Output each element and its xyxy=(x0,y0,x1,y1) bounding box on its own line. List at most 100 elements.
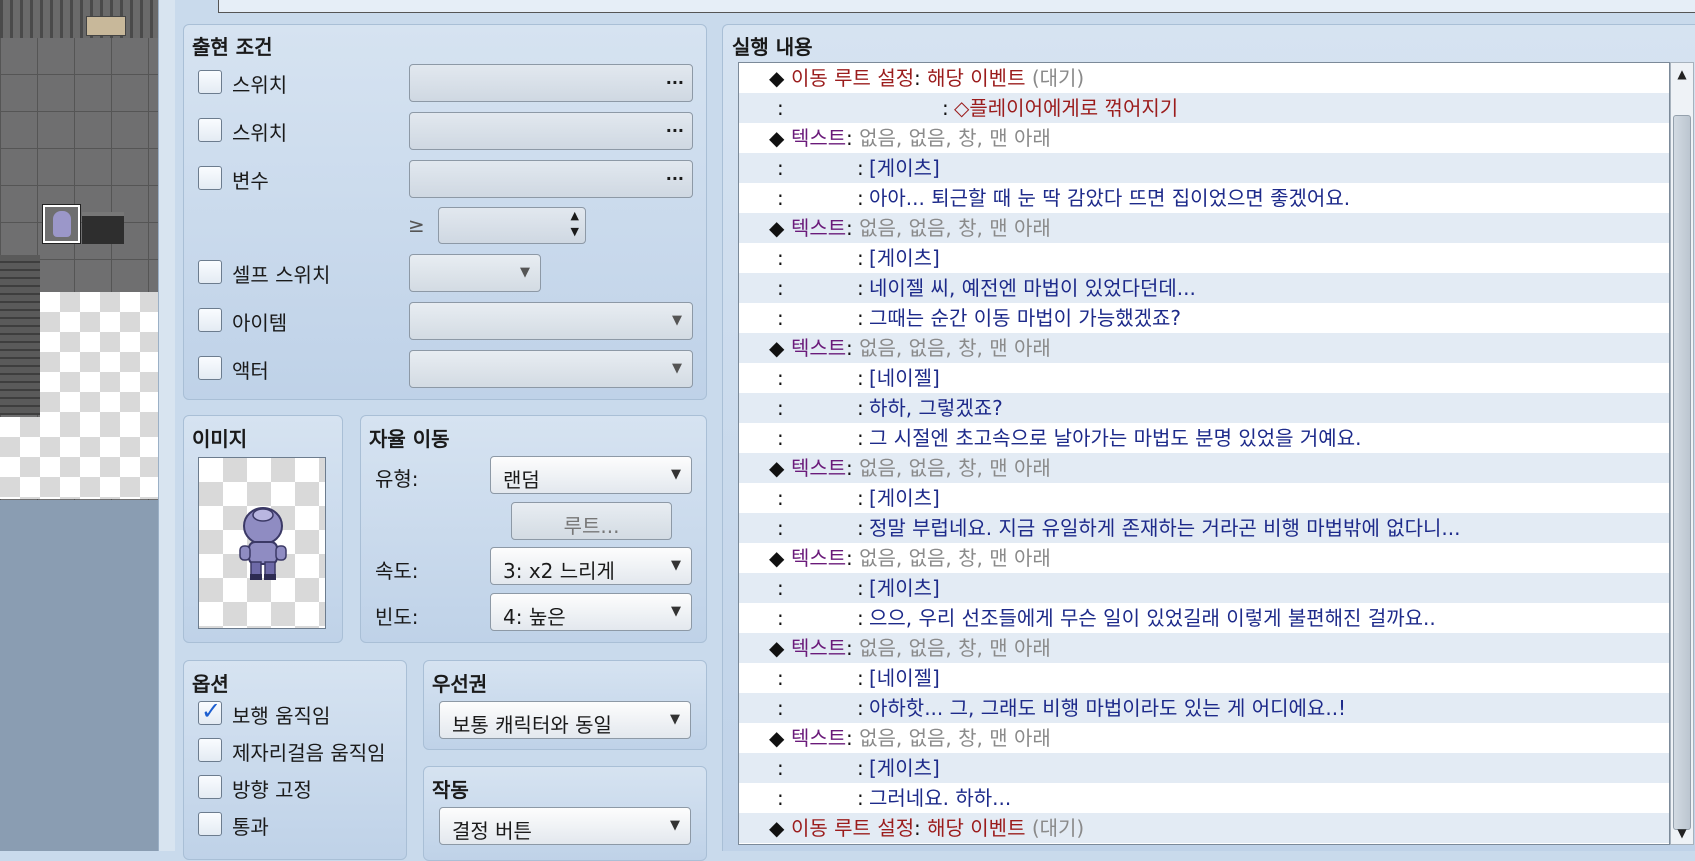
command-text: [게이츠] xyxy=(869,246,940,270)
switch2-checkbox[interactable] xyxy=(198,118,222,142)
route-button[interactable]: 루트... xyxy=(511,502,672,540)
self-switch-dropdown[interactable]: ▼ xyxy=(409,254,541,292)
type-label: 유형: xyxy=(375,467,419,491)
continuation-colon: : xyxy=(857,756,864,780)
priority-title: 우선권 xyxy=(432,672,488,696)
param-value: 없음, 없음, 창, 맨 아래 xyxy=(859,636,1051,660)
chevron-down-icon: ▼ xyxy=(671,558,681,573)
command-continuation-row[interactable]: :: [게이츠] xyxy=(739,243,1669,273)
command-name: 텍스트 xyxy=(791,216,847,240)
map-side-wall xyxy=(0,255,40,415)
switch1-field[interactable]: ··· xyxy=(409,64,693,102)
command-row[interactable]: ◆ 텍스트 : 없음, 없음, 창, 맨 아래 xyxy=(739,543,1669,573)
variable-value-spinner[interactable]: ▲ ▼ xyxy=(438,207,586,244)
actor-label: 액터 xyxy=(232,359,269,383)
trigger-dropdown[interactable]: 결정 버튼 ▼ xyxy=(439,807,691,845)
variable-checkbox[interactable] xyxy=(198,166,222,190)
command-continuation-row[interactable]: :: [네이젤] xyxy=(739,663,1669,693)
command-continuation-row[interactable]: :: 그러네요. 하하... xyxy=(739,783,1669,813)
switch2-dots-icon: ··· xyxy=(665,121,684,140)
command-row[interactable]: ◆ 텍스트 : 없음, 없음, 창, 맨 아래 xyxy=(739,633,1669,663)
scroll-thumb[interactable] xyxy=(1673,115,1691,830)
ge-symbol: ≥ xyxy=(408,213,425,237)
command-continuation-row[interactable]: :: [게이츠] xyxy=(739,483,1669,513)
walk-anim-checkbox[interactable] xyxy=(198,697,222,725)
actor-dropdown[interactable]: ▼ xyxy=(409,350,693,388)
command-continuation-row[interactable]: ::그 시절엔 초고속으로 날아가는 마법도 분명 있었을 거예요. xyxy=(739,423,1669,453)
continuation-colon: : xyxy=(857,576,864,600)
command-continuation-row[interactable]: :: [게이츠] xyxy=(739,573,1669,603)
actor-checkbox[interactable] xyxy=(198,356,222,380)
command-continuation-row[interactable]: :: 그때는 순간 이동 마법이 가능했겠죠? xyxy=(739,303,1669,333)
through-checkbox[interactable] xyxy=(198,812,222,836)
self-switch-checkbox[interactable] xyxy=(198,260,222,284)
continuation-colon: : xyxy=(857,396,864,420)
param-separator: : xyxy=(846,546,860,570)
command-continuation-row[interactable]: :: 아아... 퇴근할 때 눈 딱 감았다 뜨면 집이었으면 좋겠어요. xyxy=(739,183,1669,213)
spin-up-icon[interactable]: ▲ xyxy=(571,209,579,222)
command-text: [게이츠] xyxy=(869,576,940,600)
autonomous-title: 자율 이동 xyxy=(369,427,450,451)
command-row[interactable]: ◆ 텍스트 : 없음, 없음, 창, 맨 아래 xyxy=(739,213,1669,243)
command-row[interactable]: ◆ 텍스트 : 없음, 없음, 창, 맨 아래 xyxy=(739,453,1669,483)
switch1-checkbox[interactable] xyxy=(198,70,222,94)
command-row[interactable]: ◆ 텍스트 : 없음, 없음, 창, 맨 아래 xyxy=(739,723,1669,753)
command-row[interactable]: ◆ 텍스트 : 없음, 없음, 창, 맨 아래 xyxy=(739,123,1669,153)
item-checkbox[interactable] xyxy=(198,308,222,332)
stepping-anim-checkbox[interactable] xyxy=(198,738,222,762)
direction-fix-checkbox[interactable] xyxy=(198,775,222,799)
image-panel: 이미지 xyxy=(183,415,343,643)
type-dropdown[interactable]: 랜덤 ▼ xyxy=(490,456,692,494)
command-continuation-row[interactable]: :: [게이츠] xyxy=(739,153,1669,183)
continuation-colon: : xyxy=(777,516,784,540)
param-separator: : xyxy=(846,636,860,660)
map-wall xyxy=(0,0,158,38)
param-value: 없음, 없음, 창, 맨 아래 xyxy=(859,336,1051,360)
command-list-scrollbar[interactable]: ▲ ▼ xyxy=(1670,62,1694,845)
command-continuation-row[interactable]: :: 하하, 그렇겠죠? xyxy=(739,393,1669,423)
event-command-list[interactable]: ◆ 이동 루트 설정 : 해당 이벤트 (대기):: ◇플레이어에게로 꺾어지기 ◆ 텍… xyxy=(738,62,1670,845)
command-continuation-row[interactable]: :: 네이젤 씨, 예전엔 마법이 있었다던데... xyxy=(739,273,1669,303)
item-dropdown[interactable]: ▼ xyxy=(409,302,693,340)
continuation-colon: : xyxy=(777,186,784,210)
map-preview[interactable] xyxy=(0,0,158,851)
param-value: 없음, 없음, 창, 맨 아래 xyxy=(859,726,1051,750)
command-row[interactable]: ◆ 텍스트 : 없음, 없음, 창, 맨 아래 xyxy=(739,333,1669,363)
priority-dropdown[interactable]: 보통 캐릭터와 동일 ▼ xyxy=(439,701,691,739)
frequency-dropdown[interactable]: 4: 높은 ▼ xyxy=(490,593,692,631)
command-continuation-row[interactable]: :: ◇플레이어에게로 꺾어지기 xyxy=(739,93,1669,123)
chevron-down-icon: ▼ xyxy=(670,818,680,833)
scroll-down-icon[interactable]: ▼ xyxy=(1671,822,1693,844)
command-params: : 없음, 없음, 창, 맨 아래 xyxy=(846,633,1051,663)
command-continuation-row[interactable]: :: [네이젤] xyxy=(739,363,1669,393)
selected-event-tile[interactable] xyxy=(42,204,81,244)
event-image-preview[interactable] xyxy=(198,457,326,629)
command-text: 아하핫... 그, 그래도 비행 마법이라도 있는 게 어디에요..! xyxy=(869,696,1347,720)
speed-dropdown[interactable]: 3: x2 느리게 ▼ xyxy=(490,547,692,585)
trigger-value: 결정 버튼 xyxy=(452,819,532,843)
command-name: 텍스트 xyxy=(791,336,847,360)
continuation-colon: : xyxy=(777,486,784,510)
diamond-icon: ◆ xyxy=(769,126,785,150)
command-continuation-row[interactable]: :: 으으, 우리 선조들에게 무슨 일이 있었길래 이렇게 불편해진 걸까요.. xyxy=(739,603,1669,633)
command-text: [네이젤] xyxy=(869,666,940,690)
command-params: : 없음, 없음, 창, 맨 아래 xyxy=(846,123,1051,153)
diamond-icon: ◆ xyxy=(769,816,785,840)
speed-label: 속도: xyxy=(375,559,419,583)
continuation-colon: : xyxy=(777,666,784,690)
walk-anim-label: 보행 움직임 xyxy=(232,704,331,728)
command-row[interactable]: ◆ 이동 루트 설정 : 해당 이벤트 (대기) xyxy=(739,63,1669,93)
command-continuation-row[interactable]: :: [게이츠] xyxy=(739,753,1669,783)
priority-panel: 우선권 보통 캐릭터와 동일 ▼ xyxy=(423,660,707,750)
command-row[interactable]: ◆ 이동 루트 설정 : 해당 이벤트 (대기) xyxy=(739,813,1669,843)
scroll-up-icon[interactable]: ▲ xyxy=(1671,63,1693,85)
diamond-icon: ◆ xyxy=(769,456,785,480)
switch2-field[interactable]: ··· xyxy=(409,112,693,150)
variable-field[interactable]: ··· xyxy=(409,160,693,198)
command-continuation-row[interactable]: :: 아하핫... 그, 그래도 비행 마법이라도 있는 게 어디에요..! xyxy=(739,693,1669,723)
spin-down-icon[interactable]: ▼ xyxy=(571,225,579,238)
frequency-label: 빈도: xyxy=(375,605,419,629)
item-label: 아이템 xyxy=(232,311,288,335)
chevron-down-icon: ▼ xyxy=(671,604,681,619)
command-continuation-row[interactable]: :: 정말 부럽네요. 지금 유일하게 존재하는 거라곤 비행 마법밖에 없다니.… xyxy=(739,513,1669,543)
